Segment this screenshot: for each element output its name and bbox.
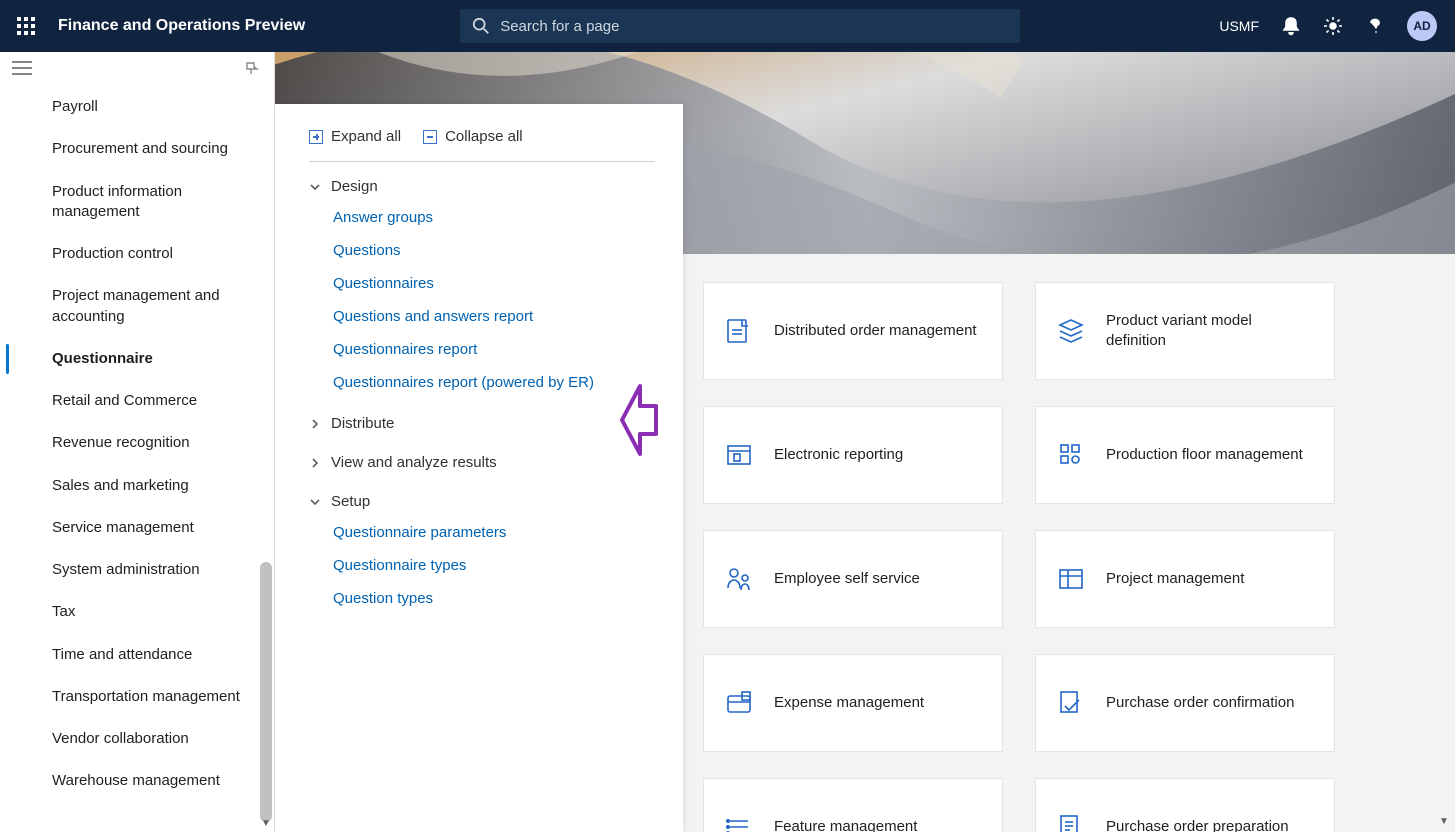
search-input[interactable]: Search for a page xyxy=(460,9,1020,43)
submenu-link[interactable]: Question types xyxy=(333,582,655,615)
scrollbar-thumb[interactable] xyxy=(260,562,272,822)
submenu-link[interactable]: Questionnaires report (powered by ER) xyxy=(333,366,655,399)
module-item[interactable]: Transportation management xyxy=(0,676,274,718)
submenu-group-label: Setup xyxy=(331,493,370,510)
tile-label: Distributed order management xyxy=(774,321,977,341)
module-item[interactable]: Revenue recognition xyxy=(0,422,274,464)
module-item[interactable]: Project management and accounting xyxy=(0,275,274,338)
expand-all-button[interactable]: Expand all xyxy=(309,128,401,145)
tile-icon xyxy=(722,686,756,720)
company-badge[interactable]: USMF xyxy=(1219,18,1259,34)
scrollbar-down-icon[interactable]: ▼ xyxy=(260,816,272,830)
workspace-tile[interactable]: Purchase order preparation xyxy=(1035,778,1335,832)
submenu-link[interactable]: Questionnaire types xyxy=(333,549,655,582)
tile-icon xyxy=(722,562,756,596)
chevron-down-icon xyxy=(309,496,321,508)
workspace-tile[interactable]: Distributed order management xyxy=(703,282,1003,380)
submenu-link[interactable]: Questionnaires xyxy=(333,267,655,300)
submenu-link[interactable]: Questionnaire parameters xyxy=(333,516,655,549)
submenu-flyout: Expand all Collapse all Design Answer gro… xyxy=(275,104,683,832)
header-actions: USMF AD xyxy=(1219,11,1455,41)
submenu-link[interactable]: Questions and answers report xyxy=(333,300,655,333)
submenu-link[interactable]: Answer groups xyxy=(333,201,655,234)
submenu-group-header[interactable]: Setup xyxy=(309,477,655,516)
app-header: Finance and Operations Preview Search fo… xyxy=(0,0,1455,52)
tile-label: Employee self service xyxy=(774,569,920,589)
module-item[interactable]: Product information management xyxy=(0,171,274,234)
submenu-group-header[interactable]: Distribute xyxy=(309,399,655,438)
module-list: PayrollProcurement and sourcingProduct i… xyxy=(0,80,274,832)
tile-label: Project management xyxy=(1106,569,1244,589)
submenu-group-label: Design xyxy=(331,178,378,195)
workspace-tile[interactable]: Employee self service xyxy=(703,530,1003,628)
tile-label: Purchase order confirmation xyxy=(1106,693,1294,713)
submenu-group-header[interactable]: Design xyxy=(309,162,655,201)
workspace-tile[interactable]: Expense management xyxy=(703,654,1003,752)
tile-icon xyxy=(1054,810,1088,832)
submenu-group-label: Distribute xyxy=(331,415,394,432)
tile-icon xyxy=(1054,314,1088,348)
tile-label: Feature management xyxy=(774,817,917,832)
module-item[interactable]: Tax xyxy=(0,591,274,633)
submenu-group-header[interactable]: View and analyze results xyxy=(309,438,655,477)
module-item[interactable]: Questionnaire xyxy=(0,338,274,380)
help-icon[interactable] xyxy=(1365,16,1385,36)
module-item[interactable]: Vendor collaboration xyxy=(0,718,274,760)
collapse-all-label: Collapse all xyxy=(445,128,523,145)
expand-icon xyxy=(309,130,323,144)
module-item[interactable]: Time and attendance xyxy=(0,634,274,676)
chevron-right-icon xyxy=(309,418,321,430)
waffle-icon[interactable] xyxy=(0,17,52,35)
module-item[interactable]: Procurement and sourcing xyxy=(0,128,274,170)
tile-label: Purchase order preparation xyxy=(1106,817,1289,832)
bell-icon[interactable] xyxy=(1281,16,1301,36)
tile-icon xyxy=(722,314,756,348)
workspace-tile[interactable]: Feature management xyxy=(703,778,1003,832)
left-nav: PayrollProcurement and sourcingProduct i… xyxy=(0,52,275,832)
workspace-tile[interactable]: Purchase order confirmation xyxy=(1035,654,1335,752)
tile-icon xyxy=(1054,686,1088,720)
avatar[interactable]: AD xyxy=(1407,11,1437,41)
tile-label: Expense management xyxy=(774,693,924,713)
gear-icon[interactable] xyxy=(1323,16,1343,36)
tile-icon xyxy=(722,810,756,832)
search-placeholder: Search for a page xyxy=(500,18,619,35)
tile-label: Electronic reporting xyxy=(774,445,903,465)
submenu-link[interactable]: Questionnaires report xyxy=(333,333,655,366)
hamburger-icon[interactable] xyxy=(10,56,34,80)
main-scrollbar-down-icon[interactable]: ▼ xyxy=(1437,814,1451,828)
submenu-group-label: View and analyze results xyxy=(331,454,497,471)
tile-icon xyxy=(1054,562,1088,596)
module-item[interactable]: Warehouse management xyxy=(0,760,274,802)
collapse-icon xyxy=(423,130,437,144)
tile-icon xyxy=(722,438,756,472)
workspace-tile[interactable]: Product variant model definition xyxy=(1035,282,1335,380)
module-item[interactable]: Retail and Commerce xyxy=(0,380,274,422)
workspace-tile[interactable]: Production floor management xyxy=(1035,406,1335,504)
submenu-link[interactable]: Questions xyxy=(333,234,655,267)
pin-icon[interactable] xyxy=(240,56,264,80)
chevron-down-icon xyxy=(309,181,321,193)
module-item[interactable]: Sales and marketing xyxy=(0,465,274,507)
collapse-all-button[interactable]: Collapse all xyxy=(423,128,523,145)
tile-label: Product variant model definition xyxy=(1106,311,1316,352)
module-item[interactable]: System administration xyxy=(0,549,274,591)
module-item[interactable]: Payroll xyxy=(0,86,274,128)
app-title: Finance and Operations Preview xyxy=(58,17,305,35)
tile-label: Production floor management xyxy=(1106,445,1303,465)
expand-all-label: Expand all xyxy=(331,128,401,145)
tile-icon xyxy=(1054,438,1088,472)
module-item[interactable]: Production control xyxy=(0,233,274,275)
workspace-tile[interactable]: Project management xyxy=(1035,530,1335,628)
chevron-right-icon xyxy=(309,457,321,469)
module-item[interactable]: Service management xyxy=(0,507,274,549)
workspace-tile[interactable]: Electronic reporting xyxy=(703,406,1003,504)
